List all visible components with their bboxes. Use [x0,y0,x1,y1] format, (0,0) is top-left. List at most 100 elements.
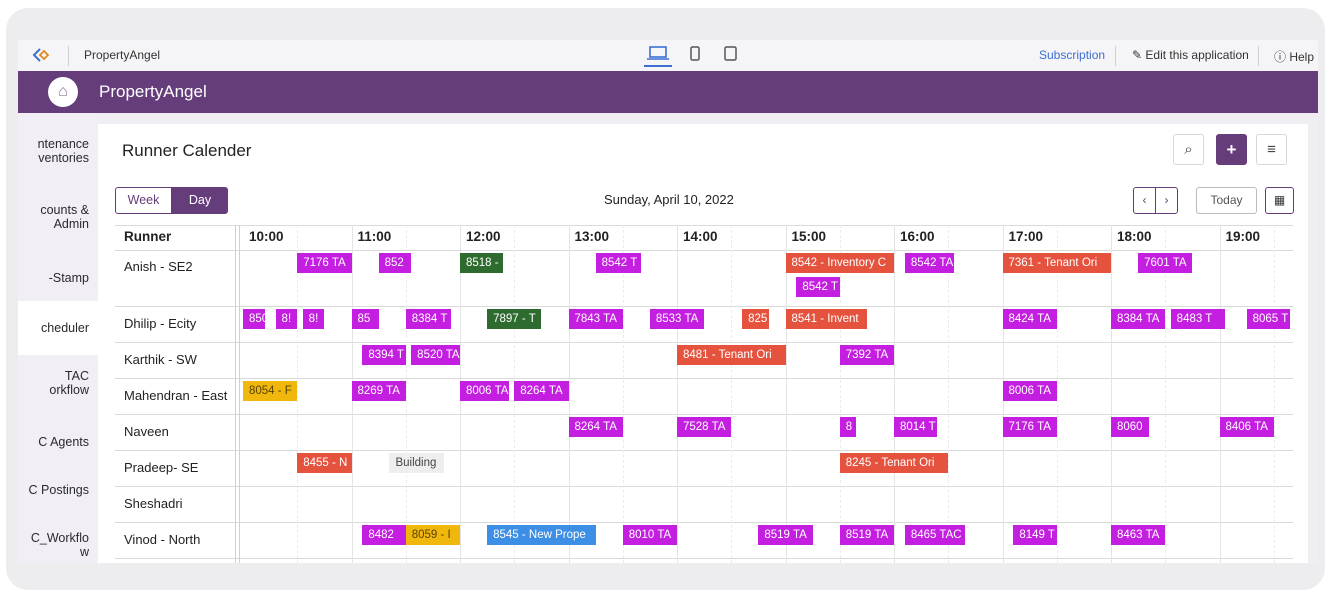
calendar-event[interactable]: Building [389,453,444,473]
calendar-event[interactable]: 8533 TA [649,309,705,329]
calendar-event[interactable]: 8264 TA [568,417,623,437]
calendar-event[interactable]: 850 [243,309,265,329]
day-view-button[interactable]: Day [172,187,228,214]
calendar-event[interactable]: 8483 T [1170,309,1225,329]
calendar-event[interactable]: 8482 [362,525,406,545]
grid-line [297,225,299,563]
calendar-event[interactable]: 8! [275,309,298,329]
calendar-event[interactable]: 8384 T [405,309,452,329]
tablet-view-button[interactable] [718,45,742,67]
calendar-event[interactable]: 8520 TA [411,345,460,365]
sidebar-item-tac-workflow-2[interactable]: C_Workflo w [18,531,98,561]
sidebar-item-tac-postings[interactable]: C Postings [18,483,98,499]
grid-line [894,225,895,563]
calendar-event[interactable]: 7392 TA [839,345,894,365]
grid-line [115,306,1293,307]
hour-header: 19:00 [1225,229,1261,244]
week-view-button[interactable]: Week [115,187,172,214]
calendar-event[interactable]: 8424 TA [1002,309,1057,329]
calendar-event[interactable]: 85 [351,309,379,329]
date-picker-button[interactable]: ▦ [1265,187,1294,214]
calendar-event[interactable]: 8149 T [1013,525,1057,545]
grid-line [1273,225,1275,563]
today-button[interactable]: Today [1196,187,1257,214]
calendar-event[interactable]: 7176 TA [297,253,352,273]
runner-name: Pradeep- SE [124,460,199,475]
calendar-event[interactable]: 8245 - Tenant Ori [839,453,949,473]
grid-line [1111,225,1112,563]
mobile-view-button[interactable] [685,45,705,67]
calendar-event[interactable]: 8519 TA [758,525,813,545]
calendar-event[interactable]: 8264 TA [514,381,569,401]
calendar-event[interactable]: 8060 [1111,417,1149,437]
calendar-event[interactable]: 8059 - I [405,525,460,545]
sidebar-item-accounts-admin[interactable]: counts & Admin [18,203,98,235]
hour-header: 17:00 [1008,229,1044,244]
grid-line [622,225,624,563]
sidebar-item-tac-workflow[interactable]: TAC orkflow [18,369,98,401]
calendar-event[interactable]: 7528 TA [677,417,732,437]
calendar-event[interactable]: 8! [302,309,325,329]
grid-line [568,225,570,563]
calendar-event[interactable]: 8465 TAC [904,525,965,545]
calendar-event[interactable]: 8542 - Inventory C [785,253,894,273]
calendar-event[interactable]: 8384 TA [1111,309,1166,329]
hour-header: 15:00 [791,229,827,244]
calendar-event[interactable]: 852 [378,253,412,273]
calendar-event[interactable]: 7897 - T [487,309,542,329]
calendar-event[interactable]: 8010 TA [622,525,677,545]
calendar-event[interactable]: 8463 TA [1111,525,1166,545]
prev-button[interactable]: ‹ [1133,187,1156,214]
add-button[interactable]: + [1216,134,1247,165]
menu-button[interactable]: ≡ [1256,134,1287,165]
subscription-link[interactable]: Subscription [1039,48,1105,62]
calendar-event[interactable]: 8519 TA [839,525,894,545]
calendar-event[interactable]: 8542 TA [904,253,954,273]
calendar-event[interactable]: 8518 - [460,253,504,273]
grid-line [115,378,1293,379]
app-name: PropertyAngel [99,82,207,101]
home-icon[interactable]: ⌂ [48,77,78,107]
calendar-event[interactable]: 8542 T [595,253,642,273]
calendar-event[interactable]: 7843 TA [568,309,623,329]
sidebar-item-e-stamp[interactable]: -Stamp [18,271,98,287]
sidebar-item-maintenance-inventories[interactable]: ntenance ventories [18,137,98,169]
runner-name: Naveen [124,424,169,439]
calendar-event[interactable]: 7361 - Tenant Ori [1002,253,1111,273]
calendar-event[interactable]: 8006 TA [1002,381,1057,401]
sidebar-item-scheduler[interactable]: cheduler [18,301,98,355]
calendar-icon: ▦ [1273,193,1286,207]
help-icon: ⓘ [1274,50,1290,64]
calendar-event[interactable]: 8406 TA [1219,417,1274,437]
grid-line [115,250,1293,251]
calendar-event[interactable]: 825 [742,309,770,329]
calendar-event[interactable]: 8545 - New Prope [487,525,596,545]
runner-name: Sheshadri [124,496,183,511]
calendar-event[interactable]: 8542 T [796,277,840,297]
app-logo-icon[interactable] [32,46,50,64]
calendar-event[interactable]: 8394 T [362,345,406,365]
search-button[interactable]: ⌕ [1173,134,1204,165]
next-button[interactable]: › [1155,187,1178,214]
hour-header: 10:00 [249,229,284,244]
calendar-panel: Runner Calender ⌕ + ≡ Week Day Sunday, A… [98,124,1308,563]
calendar-event[interactable]: 7176 TA [1002,417,1057,437]
runner-column-header: Runner [124,229,172,244]
calendar-event[interactable]: 8014 T [894,417,938,437]
help-link[interactable]: ⓘ Help [1274,48,1314,65]
grid-line [1165,225,1167,563]
calendar-event[interactable]: 8065 T [1246,309,1291,329]
runner-name: Vinod - North [124,532,201,547]
calendar-event[interactable]: 7601 TA [1138,253,1193,273]
desktop-view-button[interactable] [644,45,672,67]
calendar-event[interactable]: 8481 - Tenant Ori [677,345,786,365]
calendar-event[interactable]: 8 [839,417,857,437]
edit-application-link[interactable]: ✎ Edit this application [1132,48,1249,62]
sidebar-item-tac-agents[interactable]: C Agents [18,435,98,451]
calendar-event[interactable]: 8054 - F [243,381,298,401]
calendar-event[interactable]: 8006 TA [460,381,509,401]
grid-line [785,225,787,563]
calendar-event[interactable]: 8541 - Invent [785,309,867,329]
calendar-event[interactable]: 8455 - N [297,453,352,473]
calendar-event[interactable]: 8269 TA [351,381,406,401]
